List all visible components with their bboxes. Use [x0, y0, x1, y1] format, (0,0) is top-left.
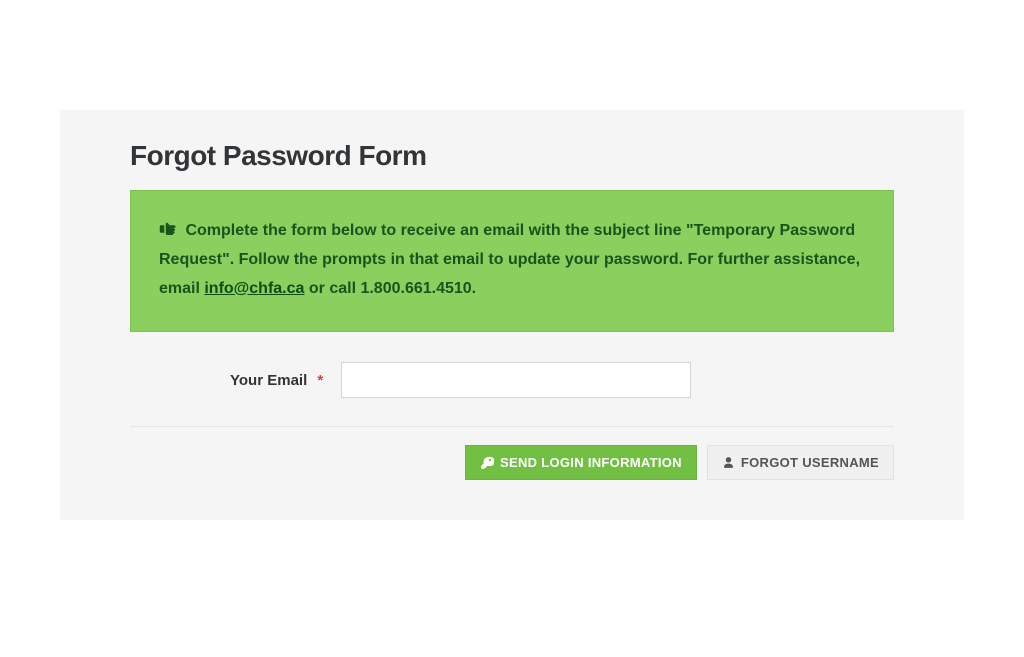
email-label-text: Your Email	[230, 372, 307, 389]
send-button-label: SEND LOGIN INFORMATION	[500, 455, 682, 470]
alert-text-after: or call 1.800.661.4510.	[309, 280, 476, 297]
email-field[interactable]	[341, 362, 691, 398]
user-icon	[722, 456, 735, 469]
page-title: Forgot Password Form	[130, 140, 894, 172]
point-right-icon	[159, 221, 177, 237]
forgot-username-label: FORGOT USERNAME	[741, 455, 879, 470]
divider	[130, 426, 894, 427]
info-alert: Complete the form below to receive an em…	[130, 190, 894, 332]
forgot-username-button[interactable]: FORGOT USERNAME	[707, 445, 894, 480]
button-row: SEND LOGIN INFORMATION FORGOT USERNAME	[130, 445, 894, 480]
email-label: Your Email *	[230, 372, 323, 389]
email-row: Your Email *	[230, 358, 894, 426]
required-mark: *	[317, 372, 323, 389]
forgot-password-panel: Forgot Password Form Complete the form b…	[60, 110, 964, 520]
key-icon	[480, 456, 494, 470]
send-login-info-button[interactable]: SEND LOGIN INFORMATION	[465, 445, 697, 480]
support-email-link[interactable]: info@chfa.ca	[204, 280, 304, 297]
